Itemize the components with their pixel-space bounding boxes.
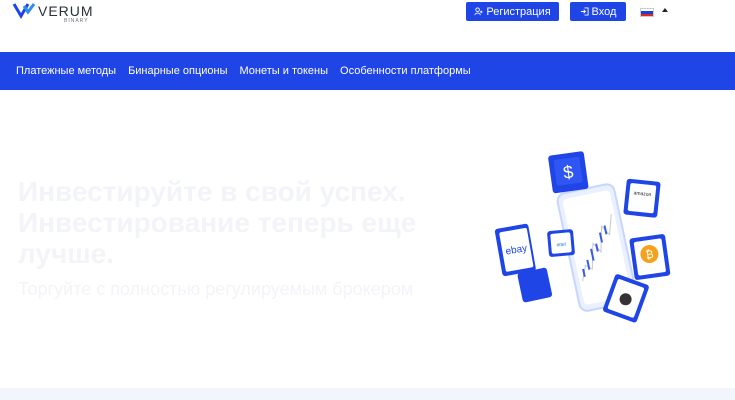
section-divider xyxy=(0,388,735,400)
dollar-card: $ xyxy=(548,151,589,194)
user-add-icon xyxy=(474,7,483,16)
nav-binary-options[interactable]: Бинарные опционы xyxy=(128,65,227,77)
language-caret-icon[interactable] xyxy=(662,8,668,12)
login-label: Вход xyxy=(591,5,617,18)
register-button[interactable]: Регистрация xyxy=(466,2,559,21)
hero-title: Инвестируйте в свой успех. Инвестировани… xyxy=(18,176,417,269)
trading-illustration: $ amazon ebay intel ₿ xyxy=(494,151,671,323)
logo-name: VERUM xyxy=(38,3,94,19)
logo-mark-icon xyxy=(12,3,36,19)
logo[interactable]: VERUM BINARY xyxy=(12,2,94,24)
main-nav: Платежные методы Бинарные опционы Монеты… xyxy=(0,52,735,90)
blue-block xyxy=(517,267,553,303)
register-label: Регистрация xyxy=(486,5,551,18)
login-icon xyxy=(580,7,589,16)
login-button[interactable]: Вход xyxy=(570,2,626,21)
header: VERUM BINARY Регистрация Вход xyxy=(0,0,735,52)
intel-card: intel xyxy=(547,229,575,257)
language-flag-ru[interactable] xyxy=(640,8,654,17)
ebay-card: ebay xyxy=(494,223,536,277)
nav-platform-features[interactable]: Особенности платформы xyxy=(340,65,471,77)
nav-payment-methods[interactable]: Платежные методы xyxy=(16,65,116,77)
hero-subtitle: Торгуйте с полностью регулируемым брокер… xyxy=(18,279,414,299)
amazon-card: amazon xyxy=(623,178,661,218)
logo-subtitle: BINARY xyxy=(64,18,89,24)
svg-text:intel: intel xyxy=(556,242,566,249)
svg-text:₿: ₿ xyxy=(645,249,655,262)
nav-coins-tokens[interactable]: Монеты и токены xyxy=(240,65,329,77)
bitcoin-card: ₿ xyxy=(629,234,671,280)
